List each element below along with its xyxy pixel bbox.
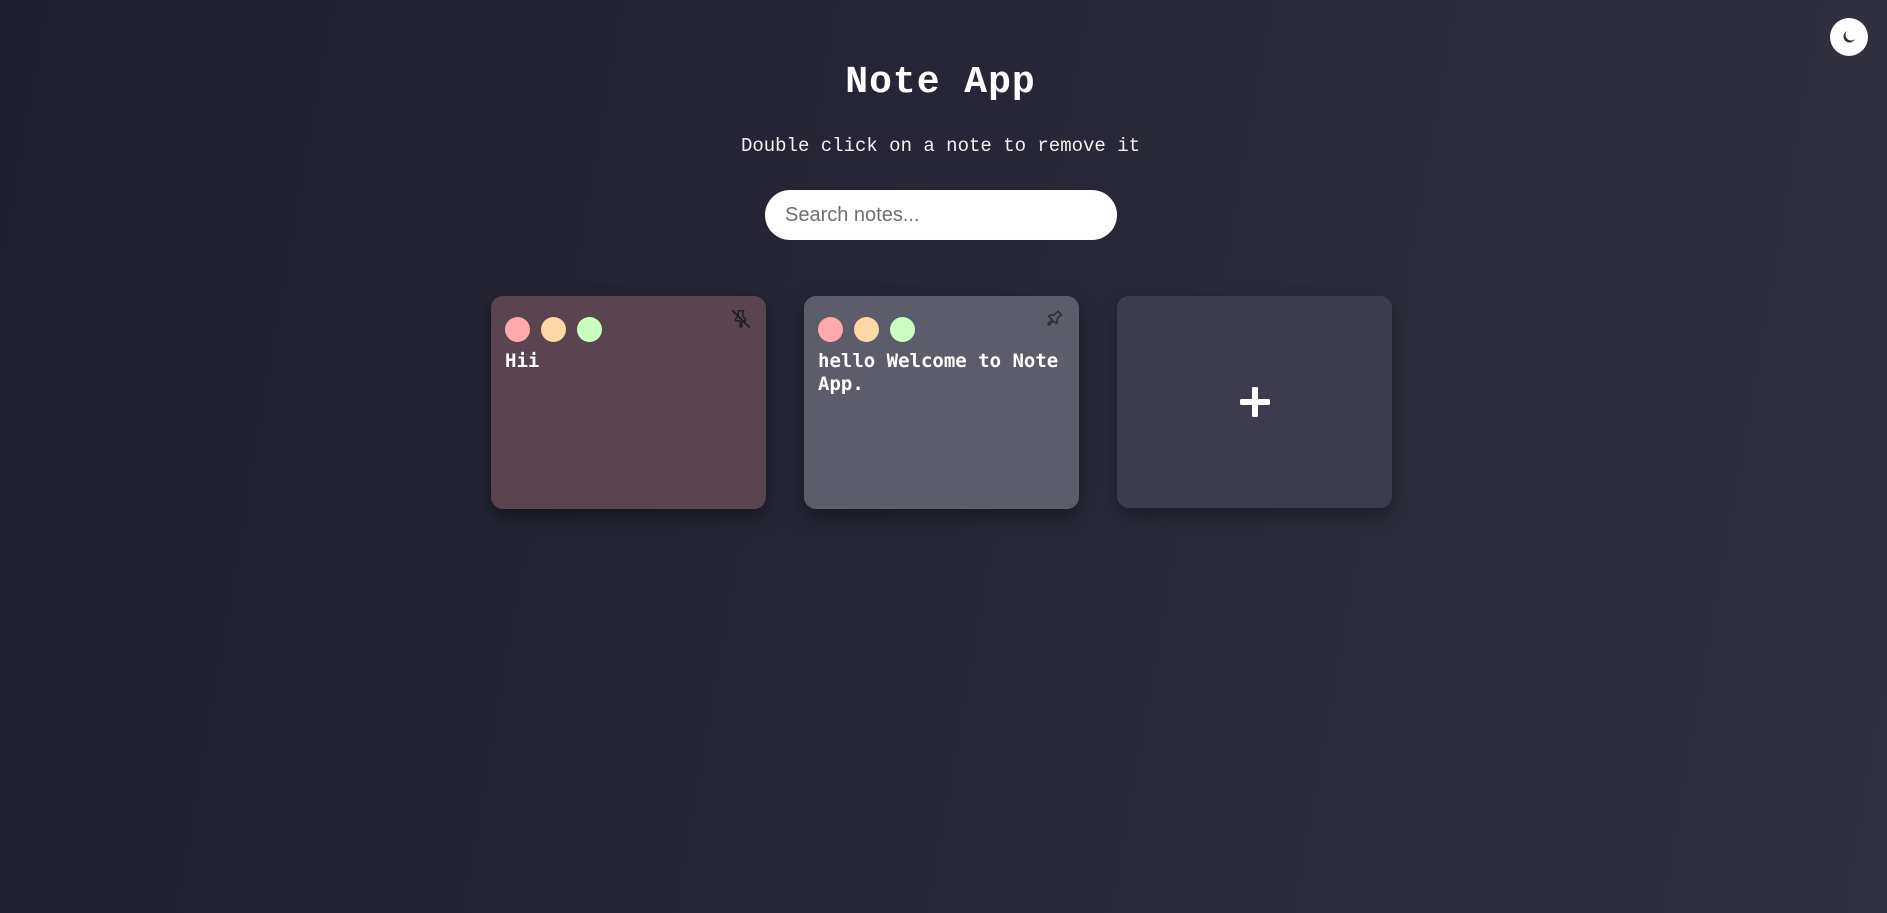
- note-text[interactable]: hello Welcome to Note App.: [818, 350, 1065, 396]
- notes-grid: Hii hello Welcome to Note App.: [491, 296, 1392, 509]
- color-swatch-green[interactable]: [890, 317, 915, 342]
- pin-icon[interactable]: [1043, 308, 1065, 330]
- color-swatch-green[interactable]: [577, 317, 602, 342]
- color-swatch-orange[interactable]: [854, 317, 879, 342]
- note-text[interactable]: Hii: [505, 350, 752, 373]
- color-picker: [818, 317, 1065, 342]
- page-subtitle: Double click on a note to remove it: [740, 135, 1141, 157]
- search-input[interactable]: [765, 190, 1117, 240]
- note-card[interactable]: Hii: [491, 296, 766, 509]
- add-note-button[interactable]: [1117, 296, 1392, 508]
- note-card[interactable]: hello Welcome to Note App.: [804, 296, 1079, 509]
- moon-icon: [1843, 31, 1855, 43]
- theme-toggle-button[interactable]: [1830, 18, 1868, 56]
- color-swatch-orange[interactable]: [541, 317, 566, 342]
- pin-off-icon[interactable]: [730, 308, 752, 330]
- color-swatch-red[interactable]: [818, 317, 843, 342]
- plus-icon: [1239, 387, 1270, 417]
- color-swatch-red[interactable]: [505, 317, 530, 342]
- page-title: Note App: [845, 61, 1036, 104]
- color-picker: [505, 317, 752, 342]
